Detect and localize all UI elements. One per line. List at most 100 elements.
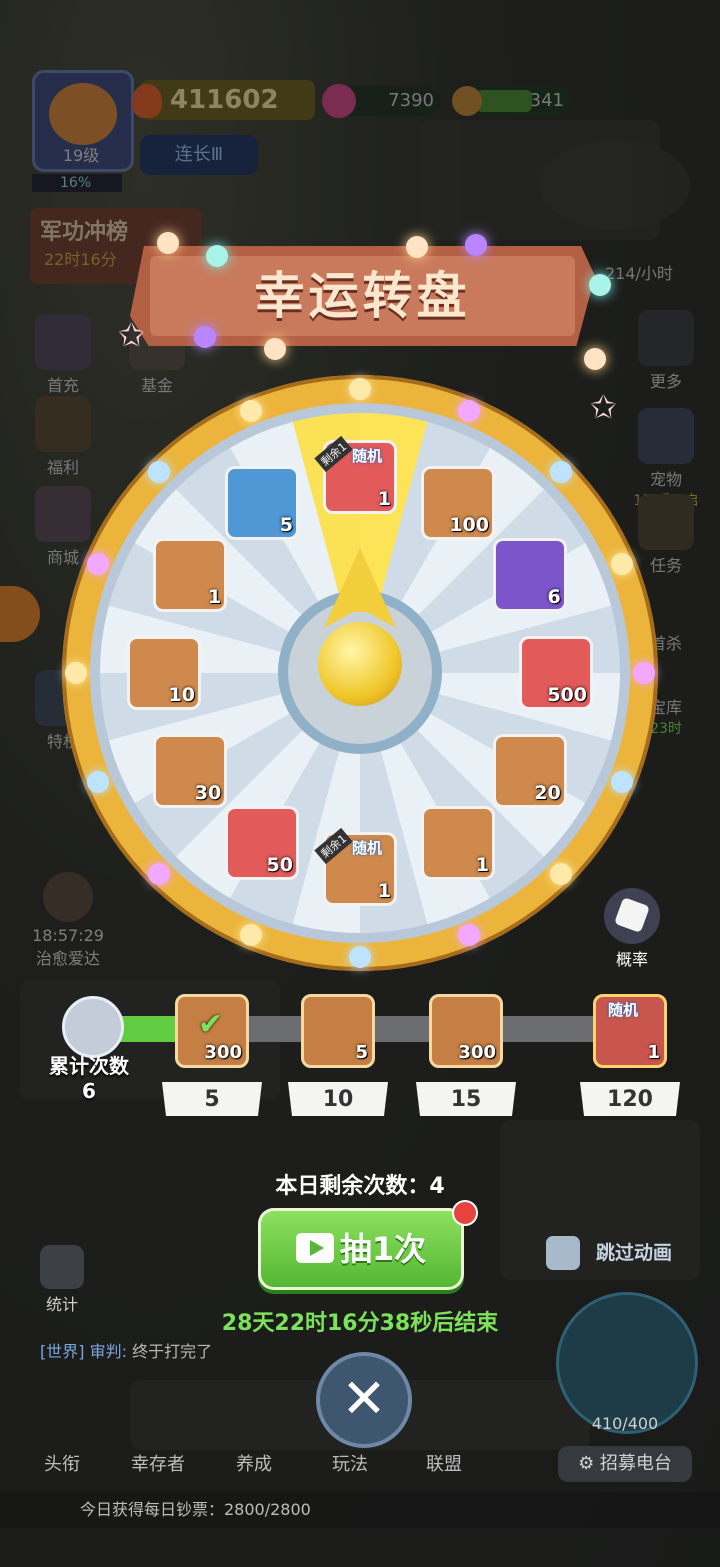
close-button[interactable]: ✕ [316, 1352, 412, 1448]
milestone-threshold: 120 [580, 1082, 680, 1116]
prize-gem: 500 [519, 636, 593, 710]
reward-count: 1 [647, 1042, 660, 1063]
rim-light-bulb [549, 461, 572, 484]
medal-icon [50, 996, 130, 1058]
reward-count: 300 [204, 1042, 242, 1063]
radio-capacity: 410/400 [591, 1414, 659, 1433]
reward-label: 随机 [608, 1001, 639, 1019]
light-bulb [465, 234, 487, 256]
rim-light-bulb [240, 399, 263, 422]
wheel-hub-knob [318, 622, 402, 706]
rim-light-bulb [457, 399, 480, 422]
prize-random-box-red: 随机 剩余1 1 [314, 435, 397, 514]
light-bulb [157, 232, 179, 254]
nav-alliance[interactable]: 联盟 [404, 1450, 484, 1476]
prize-count: 10 [168, 684, 195, 706]
prize-card: 1 [421, 805, 495, 880]
reward-count: 5 [355, 1042, 368, 1063]
prize-label: 随机 [352, 447, 383, 465]
prize-gem: 50 [225, 805, 299, 880]
nav-label: 幸存者 [131, 1454, 185, 1475]
bar-chart-icon [40, 1245, 84, 1289]
star-icon: ✩ [118, 316, 145, 354]
prize-label: 随机 [352, 839, 383, 857]
wheel-title: 幸运转盘 [254, 267, 471, 325]
prize-cash: 30 [153, 734, 228, 808]
daily-cash-bar: 今日获得每日钞票：2800/2800 [0, 1492, 720, 1528]
reward-count: 300 [458, 1042, 496, 1063]
stats-button[interactable]: 统计 [30, 1245, 94, 1315]
dice-icon [604, 888, 660, 944]
recruit-label: 招募电台 [599, 1453, 672, 1474]
prize-count: 30 [194, 782, 222, 804]
light-bulb [206, 245, 228, 267]
nav-gameplay[interactable]: 玩法 [310, 1450, 390, 1476]
world-chat[interactable]: [世界] 审判: 终于打完了 [40, 1338, 212, 1362]
milestone-threshold: 15 [416, 1082, 516, 1116]
light-bulb [406, 236, 428, 258]
milestone-threshold: 10 [288, 1082, 388, 1116]
odds-button[interactable]: 概率 [600, 888, 664, 970]
prize-count: 1 [377, 488, 391, 510]
skip-animation-label[interactable]: 跳过动画 [596, 1238, 672, 1265]
skip-animation-checkbox[interactable] [546, 1236, 580, 1270]
prize-pet-food: 5 [225, 466, 299, 541]
check-icon: ✔ [198, 1007, 224, 1042]
prize-potion: 6 [492, 538, 567, 612]
prize-ticket: 20 [492, 734, 567, 808]
rim-light-bulb [86, 553, 109, 576]
light-bulb [584, 348, 606, 370]
nav-develop[interactable]: 养成 [214, 1450, 294, 1476]
rim-light-bulb [86, 770, 109, 793]
milestone-reward-cash[interactable]: 300 [429, 994, 503, 1068]
nav-label: 头衔 [44, 1454, 80, 1475]
rim-light-bulb [349, 946, 371, 968]
prize-count: 5 [279, 514, 293, 537]
rim-light-bulb [457, 924, 480, 947]
notification-dot [452, 1200, 478, 1226]
prize-count: 1 [377, 880, 391, 902]
rim-light-bulb [611, 770, 634, 793]
prize-count: 500 [547, 684, 587, 706]
nav-title[interactable]: 头衔 [22, 1450, 102, 1476]
prize-count: 1 [475, 853, 489, 876]
rim-light-bulb [148, 862, 171, 885]
video-play-icon [295, 1233, 334, 1263]
milestone-reward-cash[interactable]: ✔ 300 [175, 994, 249, 1068]
light-bulb [589, 274, 611, 296]
gear-icon: ⚙ [578, 1453, 600, 1474]
radar-icon[interactable] [556, 1292, 698, 1434]
prize-count: 6 [547, 586, 561, 608]
chat-channel: [世界] [40, 1342, 85, 1361]
rim-light-bulb [633, 662, 655, 684]
star-icon: ✩ [590, 388, 617, 426]
light-bulb [194, 326, 216, 348]
prize-random-box-gold: 随机 剩余1 1 [314, 827, 397, 906]
prize-watch: 1 [153, 538, 228, 612]
prize-count: 50 [266, 853, 293, 876]
chat-user: 审判: [89, 1342, 127, 1361]
prize-count: 100 [449, 514, 489, 537]
draw-once-button[interactable]: 抽1次 [258, 1208, 464, 1290]
nav-label: 养成 [236, 1454, 272, 1475]
cumulative-count: 累计次数 6 [34, 1050, 144, 1103]
cumulative-value: 6 [82, 1079, 96, 1103]
cumulative-label: 累计次数 [49, 1054, 129, 1078]
odds-label: 概率 [615, 950, 648, 969]
prize-count: 1 [208, 586, 222, 608]
prize-ticket: 10 [127, 636, 201, 710]
chat-text: 终于打完了 [132, 1342, 213, 1361]
nav-survivors[interactable]: 幸存者 [118, 1450, 198, 1476]
rim-light-bulb [549, 862, 572, 885]
close-icon: ✕ [341, 1367, 387, 1430]
milestone-threshold: 5 [162, 1082, 262, 1116]
draw-button-label: 抽1次 [339, 1230, 427, 1268]
nav-label: 玩法 [332, 1454, 368, 1475]
light-bulb [264, 338, 286, 360]
milestone-reward-random-box[interactable]: 随机 1 [593, 994, 667, 1068]
milestone-reward-gear[interactable]: 5 [301, 994, 375, 1068]
recruit-radio-button[interactable]: ⚙ 招募电台 [558, 1446, 692, 1482]
remaining-today: 本日剩余次数：4 [275, 1174, 445, 1199]
prize-cash: 100 [421, 466, 495, 541]
rim-light-bulb [65, 662, 87, 684]
